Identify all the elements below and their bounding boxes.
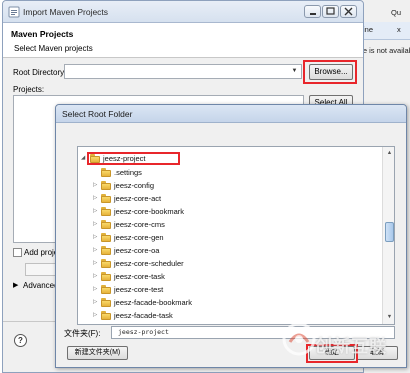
tree-item-jeesz-config[interactable]: ▷ jeesz-config bbox=[78, 180, 382, 192]
tree-item-jeesz-core-bookmark[interactable]: ▷ jeesz-core-bookmark bbox=[78, 206, 382, 218]
tree-item-label: jeesz-core-scheduler bbox=[114, 259, 184, 268]
folder-icon bbox=[101, 285, 111, 294]
scrollbar-thumb[interactable] bbox=[385, 222, 394, 242]
tree-item-jeesz-core-act[interactable]: ▷ jeesz-core-act bbox=[78, 193, 382, 205]
background-tab-1[interactable]: ine bbox=[363, 25, 373, 34]
collapsed-arrow-icon[interactable]: ▷ bbox=[93, 195, 97, 201]
maximize-button[interactable] bbox=[322, 5, 339, 18]
maven-titlebar[interactable]: Import Maven Projects bbox=[3, 1, 363, 23]
folder-icon bbox=[101, 220, 111, 229]
tree-item-jeesz-core-gen[interactable]: ▷ jeesz-core-gen bbox=[78, 232, 382, 244]
folder-icon bbox=[101, 311, 111, 320]
watermark-text: 创新互联 bbox=[315, 337, 387, 357]
tree-item-label: jeesz-project bbox=[103, 154, 146, 163]
tree-item-label: jeesz-core-test bbox=[114, 285, 164, 294]
collapsed-arrow-icon[interactable]: ▷ bbox=[93, 208, 97, 214]
tree-item-label: jeesz-core-task bbox=[114, 272, 165, 281]
collapsed-arrow-icon[interactable]: ▷ bbox=[93, 299, 97, 305]
tree-item-label: jeesz-core-gen bbox=[114, 233, 164, 242]
collapsed-arrow-icon[interactable]: ▷ bbox=[93, 182, 97, 188]
tree-item-jeesz-project[interactable]: ◢ jeesz-project bbox=[78, 153, 382, 165]
watermark-logo-icon bbox=[282, 322, 316, 356]
folder-icon bbox=[101, 207, 111, 216]
tree-item-jeesz-core-test[interactable]: ▷ jeesz-core-test bbox=[78, 284, 382, 296]
folder-tree[interactable]: ◢ jeesz-project .settings ▷ jeesz-config… bbox=[77, 146, 395, 325]
minimize-button[interactable] bbox=[304, 5, 321, 18]
select-root-folder-dialog: Select Root Folder ◢ jeesz-project .sett… bbox=[55, 104, 407, 368]
tree-item-jeesz-facade-task[interactable]: ▷ jeesz-facade-task bbox=[78, 310, 382, 322]
collapsed-arrow-icon[interactable]: ▷ bbox=[93, 273, 97, 279]
folder-icon bbox=[101, 298, 111, 307]
root-directory-label: Root Directory: bbox=[13, 68, 67, 77]
tree-item-label: jeesz-core-bookmark bbox=[114, 207, 185, 216]
expanded-arrow-icon[interactable]: ◢ bbox=[81, 155, 85, 161]
folder-icon bbox=[101, 246, 111, 255]
folder-icon bbox=[101, 181, 111, 190]
add-project-label: Add proje bbox=[24, 248, 59, 257]
browse-highlight-box bbox=[303, 60, 357, 84]
tree-item-settings[interactable]: .settings bbox=[78, 167, 382, 179]
tree-scrollbar[interactable]: ▲ ▼ bbox=[382, 147, 394, 324]
collapsed-arrow-icon[interactable]: ▷ bbox=[93, 286, 97, 292]
folder-label: 文件夹(F): bbox=[64, 329, 101, 338]
dialog-titlebar[interactable]: Select Root Folder bbox=[56, 105, 406, 123]
maven-header: Maven Projects Select Maven projects bbox=[3, 23, 363, 58]
tree-item-jeesz-core-scheduler[interactable]: ▷ jeesz-core-scheduler bbox=[78, 258, 382, 270]
tree-item-label: jeesz-config bbox=[114, 181, 155, 190]
tree-item-jeesz-facade-bookmark[interactable]: ▷ jeesz-facade-bookmark bbox=[78, 297, 382, 309]
collapsed-arrow-icon[interactable]: ▷ bbox=[93, 234, 97, 240]
collapsed-arrow-icon[interactable]: ▷ bbox=[93, 221, 97, 227]
collapsed-arrow-icon[interactable]: ▷ bbox=[93, 312, 97, 318]
scroll-down-icon[interactable]: ▼ bbox=[384, 312, 394, 323]
close-icon bbox=[344, 7, 353, 16]
maximize-icon bbox=[326, 7, 335, 15]
tree-item-label: jeesz-core-cms bbox=[114, 220, 165, 229]
tree-item-label: .settings bbox=[114, 168, 142, 177]
tree-item-label: jeesz-core-oa bbox=[114, 246, 160, 255]
root-directory-combo[interactable]: ▼ bbox=[64, 64, 302, 79]
background-body-text: ine is not available bbox=[357, 46, 410, 55]
new-folder-button[interactable]: 新建文件夹(M) bbox=[67, 346, 128, 360]
tree-item-label: jeesz-core-act bbox=[114, 194, 162, 203]
folder-icon bbox=[90, 154, 100, 163]
background-top-text: Qu bbox=[391, 8, 402, 17]
minimize-icon bbox=[310, 13, 316, 15]
folder-icon bbox=[101, 259, 111, 268]
dialog-title: Select Root Folder bbox=[62, 109, 133, 119]
collapsed-arrow-icon[interactable]: ▷ bbox=[93, 260, 97, 266]
folder-icon bbox=[101, 168, 111, 177]
maven-app-icon bbox=[8, 6, 20, 18]
maven-window-title: Import Maven Projects bbox=[23, 7, 109, 17]
scroll-up-icon[interactable]: ▲ bbox=[384, 148, 394, 159]
tree-item-jeesz-core-oa[interactable]: ▷ jeesz-core-oa bbox=[78, 245, 382, 257]
close-button[interactable] bbox=[340, 5, 357, 18]
maven-heading: Maven Projects bbox=[11, 29, 74, 39]
chevron-down-icon[interactable]: ▼ bbox=[289, 66, 300, 77]
tree-item-label: jeesz-facade-task bbox=[114, 311, 173, 320]
tree-item-jeesz-core-cms[interactable]: ▷ jeesz-core-cms bbox=[78, 219, 382, 231]
advanced-section-label[interactable]: Advanced bbox=[23, 281, 59, 290]
maven-subheading: Select Maven projects bbox=[14, 44, 93, 53]
tree-item-jeesz-core-task[interactable]: ▷ jeesz-core-task bbox=[78, 271, 382, 283]
folder-icon bbox=[101, 233, 111, 242]
help-icon[interactable]: ? bbox=[14, 334, 27, 347]
folder-icon bbox=[101, 194, 111, 203]
projects-label: Projects: bbox=[13, 85, 45, 94]
collapsed-arrow-icon[interactable]: ▷ bbox=[93, 247, 97, 253]
add-project-checkbox[interactable] bbox=[13, 248, 22, 257]
folder-icon bbox=[101, 272, 111, 281]
tree-item-label: jeesz-facade-bookmark bbox=[114, 298, 192, 307]
expand-arrow-icon[interactable]: ▶ bbox=[13, 281, 18, 289]
background-tab-2[interactable]: x bbox=[397, 25, 401, 34]
